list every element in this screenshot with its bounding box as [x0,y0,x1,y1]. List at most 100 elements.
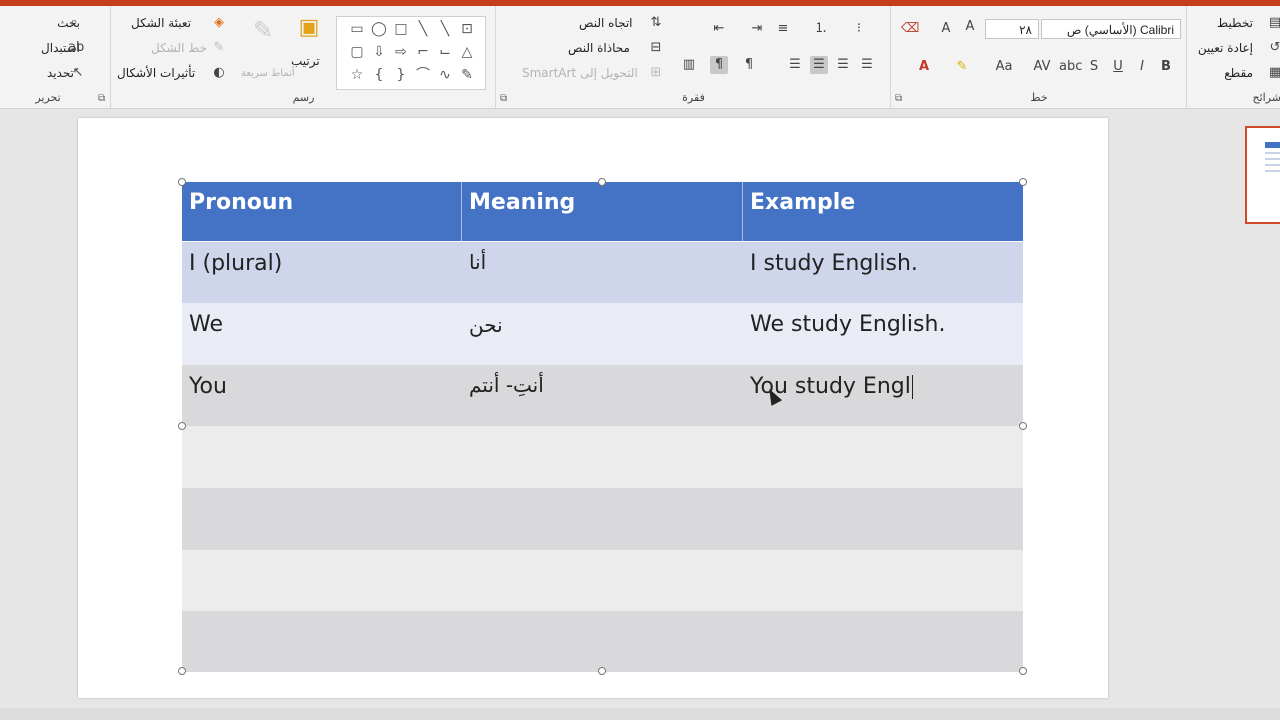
table-row-empty[interactable] [182,488,1023,550]
numbering-icon[interactable]: ⒈ [812,20,830,38]
reset-button[interactable]: إعادة تعيين [1198,41,1253,55]
convert-smartart-button[interactable]: التحويل إلى SmartArt [522,66,638,80]
table-cell[interactable]: We study English. [743,303,1023,365]
brace-left-shape-icon[interactable]: { [369,65,389,85]
curve-shape-icon[interactable]: ∿ [435,65,455,85]
strikethrough-icon[interactable]: abc [1059,58,1082,76]
align-center-icon[interactable]: ☰ [834,56,852,74]
arrow-down-shape-icon[interactable]: ⇩ [369,42,389,62]
resize-handle-bottom-left[interactable] [178,667,186,675]
font-name-combo[interactable]: Calibri (الأساسي) ص [1041,19,1181,39]
ribbon: بحث ⌕ استبدال ab تحديد ↖ تحرير ⧉ تعبئة ا… [0,6,1280,109]
resize-handle-bottom[interactable] [598,667,606,675]
resize-handle-top-right[interactable] [1019,178,1027,186]
ltr-direction-icon[interactable]: ¶ [740,56,758,74]
oval-shape-icon[interactable]: ◯ [369,19,389,39]
triangle-shape-icon[interactable]: △ [457,42,477,62]
quick-styles-button[interactable]: أنماط سريعة [241,68,295,79]
underline-icon[interactable]: U [1109,58,1127,76]
table-row: You أنتِ- أنتم You study Engl [182,365,1023,426]
resize-handle-left[interactable] [178,422,186,430]
textbox-shape-icon[interactable]: ⊡ [457,19,477,39]
square-shape-icon[interactable]: □ [391,19,411,39]
line-diagonal-shape-icon[interactable]: ╲ [435,19,455,39]
text-direction-icon: ⇅ [650,15,662,30]
resize-handle-right[interactable] [1019,422,1027,430]
quick-styles-icon[interactable]: ✎ [249,18,277,50]
line-spacing-icon[interactable]: ≡ [774,20,792,38]
align-right-icon[interactable]: ☰ [810,56,828,74]
line-shape-icon[interactable]: ╲ [413,19,433,39]
paragraph-group: اتجاه النص ⇅ محاذاة النص ⊟ التحويل إلى S… [495,6,891,108]
columns-icon[interactable]: ▥ [680,56,698,74]
rectangle-shape-icon[interactable]: ▭ [347,19,367,39]
table-row-empty[interactable] [182,550,1023,611]
freeform-shape-icon[interactable]: ✎ [457,65,477,85]
change-case-icon[interactable]: Aa [995,58,1013,76]
header-cell-pronoun[interactable]: Pronoun [182,182,461,241]
table-cell[interactable]: You [182,365,461,426]
brace-right-shape-icon[interactable]: } [391,65,411,85]
character-spacing-icon[interactable]: AV [1033,58,1051,76]
header-cell-meaning[interactable]: Meaning [462,182,742,241]
shadow-icon[interactable]: S [1085,58,1103,76]
shape-fill-button[interactable]: تعبئة الشكل [131,16,191,30]
font-launcher-icon[interactable]: ⧉ [895,93,902,104]
thumbnail-row [1265,152,1280,154]
decrease-font-size-icon[interactable]: A [937,20,955,38]
elbow-connector-shape-icon[interactable]: ⌐ [413,42,433,62]
table-cell[interactable]: أنا [462,242,742,303]
resize-handle-bottom-right[interactable] [1019,667,1027,675]
rounded-shape-icon[interactable]: ▢ [347,42,367,62]
decrease-indent-icon[interactable]: ⇤ [710,20,728,38]
align-left-icon[interactable]: ☰ [858,56,876,74]
header-cell-example[interactable]: Example [743,182,1023,241]
editing-launcher-icon[interactable]: ⧉ [98,93,105,104]
highlight-icon[interactable]: ✎ [953,58,971,76]
table-cell[interactable]: نحن [462,303,742,365]
align-text-button[interactable]: محاذاة النص [568,41,630,55]
table-row-empty[interactable] [182,426,1023,488]
paragraph-launcher-icon[interactable]: ⧉ [500,93,507,104]
font-size-combo[interactable]: ٢٨ [985,19,1039,39]
resize-handle-top-left[interactable] [178,178,186,186]
font-color-icon[interactable]: A [915,58,933,76]
shape-effects-button[interactable]: تأثيرات الأشكال [117,66,195,80]
table-cell[interactable]: أنتِ- أنتم [462,365,742,426]
rtl-direction-icon[interactable]: ¶ [710,56,728,74]
section-icon: ▦ [1268,65,1280,80]
text-cursor [911,375,913,399]
text-direction-button[interactable]: اتجاه النص [579,16,633,30]
table-cell[interactable]: I study English. [743,242,1023,303]
pronoun-table[interactable]: Pronoun Meaning Example I (plural) أنا I… [182,182,1023,672]
bullets-icon[interactable]: ⁝ [850,20,868,38]
connector-shape-icon[interactable]: ⌙ [435,42,455,62]
select-arrow-icon: ↖ [72,65,84,80]
layout-button[interactable]: تخطيط [1217,16,1253,30]
align-text-icon: ⊟ [650,40,662,55]
increase-font-size-icon[interactable]: A [961,18,979,36]
bold-icon[interactable]: B [1157,58,1175,76]
table-cell[interactable]: I (plural) [182,242,461,303]
thumbnail-row [1265,158,1280,160]
justify-icon[interactable]: ☰ [786,56,804,74]
italic-icon[interactable]: I [1133,58,1151,76]
arrow-right-shape-icon[interactable]: ⇨ [391,42,411,62]
table-cell[interactable]: We [182,303,461,365]
table-cell-editing[interactable]: You study Engl [743,365,1023,426]
arc-shape-icon[interactable]: ⌒ [413,65,433,85]
arrange-button[interactable]: ترتيب [291,54,320,68]
table-row-empty[interactable] [182,611,1023,672]
resize-handle-top[interactable] [598,178,606,186]
slide-thumbnail[interactable] [1245,126,1280,224]
shape-outline-button[interactable]: خط الشكل [151,41,207,55]
section-button[interactable]: مقطع [1224,66,1253,80]
increase-indent-icon[interactable]: ⇥ [748,20,766,38]
star-shape-icon[interactable]: ☆ [347,65,367,85]
find-icon: ⌕ [70,15,78,30]
arrange-icon[interactable]: ▣ [295,17,323,48]
clear-formatting-icon[interactable]: ⌫ [901,20,919,38]
shapes-gallery[interactable]: ▭ ◯ □ ╲ ╲ ⊡ ▢ ⇩ ⇨ ⌐ ⌙ △ ☆ { } ⌒ ∿ ✎ [336,16,486,90]
editing-group-label: تحرير [35,91,61,104]
smartart-icon: ⊞ [650,65,662,80]
